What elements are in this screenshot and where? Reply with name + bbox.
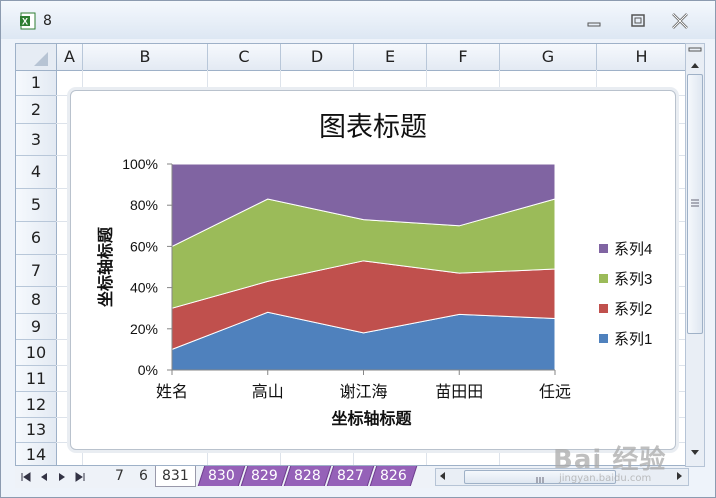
legend-swatch (599, 274, 608, 283)
prev-sheet-button[interactable] (37, 469, 51, 485)
x-tick-label: 谢江海 (339, 383, 387, 401)
column-header-e[interactable]: E (354, 44, 427, 71)
sheet-tab-7[interactable]: 7 (109, 466, 130, 486)
column-header-a[interactable]: A (57, 44, 83, 71)
tab-label: 831 (162, 468, 189, 484)
sheet-tab-831[interactable]: 831 (155, 466, 196, 487)
row-header-6[interactable]: 6 (16, 222, 57, 255)
row-header-7[interactable]: 7 (16, 255, 57, 287)
row-header-9[interactable]: 9 (16, 314, 57, 340)
watermark-logo: Bai 经验 (553, 445, 667, 475)
row-header-8[interactable]: 8 (16, 287, 57, 314)
legend-label: 系列3 (614, 271, 652, 288)
tab-label: 7 (115, 468, 124, 484)
y-tick-label: 20% (130, 321, 158, 337)
row-header-3[interactable]: 3 (16, 124, 57, 156)
select-all-corner[interactable] (16, 44, 57, 71)
x-tick-label: 高山 (252, 383, 284, 401)
svg-text:X: X (22, 17, 28, 27)
next-sheet-button[interactable] (55, 469, 69, 485)
split-handle-icon (688, 47, 702, 52)
x-tick-label: 任远 (539, 383, 571, 401)
grip-icon (691, 199, 699, 207)
sheet-tab-826[interactable]: 826 (369, 466, 417, 486)
tab-label: 830 (208, 468, 235, 484)
maximize-icon (631, 14, 645, 27)
row-header-11[interactable]: 11 (16, 366, 57, 392)
column-header-d[interactable]: D (281, 44, 354, 71)
spreadsheet-grid[interactable]: A B C D E F G H 1 2 3 4 5 6 7 8 9 10 11 … (15, 43, 687, 467)
row-header-13[interactable]: 13 (16, 418, 57, 443)
x-tick-label: 苗田田 (435, 383, 483, 401)
stacked-area-chart[interactable]: 0%20%40%60%80%100%姓名 高山 谢江海 苗田田 任远坐标轴标题坐标轴标题… (71, 91, 675, 449)
watermark: Bai 经验 jingyan.baidu.com (553, 439, 703, 489)
row-header-10[interactable]: 10 (16, 340, 57, 366)
legend-label: 系列1 (614, 331, 652, 348)
first-sheet-icon (21, 472, 31, 482)
excel-icon: X (20, 12, 36, 30)
row-header-4[interactable]: 4 (16, 156, 57, 189)
sheet-tab-829[interactable]: 829 (240, 466, 288, 486)
row-header-1[interactable]: 1 (16, 71, 57, 96)
row-header-14[interactable]: 14 (16, 443, 57, 466)
maximize-button[interactable] (625, 11, 651, 31)
scroll-up-arrow[interactable] (686, 58, 704, 72)
close-button[interactable] (667, 11, 693, 31)
next-sheet-icon (59, 473, 65, 481)
column-header-f[interactable]: F (427, 44, 500, 71)
select-all-icon (34, 52, 48, 66)
column-header-g[interactable]: G (500, 44, 597, 71)
legend-label: 系列4 (614, 241, 652, 258)
scroll-split-handle[interactable] (686, 44, 704, 58)
column-header-h[interactable]: H (597, 44, 686, 71)
tab-label: 828 (294, 468, 321, 484)
x-axis-title: 坐标轴标题 (331, 409, 412, 428)
vertical-scrollbar[interactable] (685, 43, 705, 467)
legend-swatch (599, 304, 608, 313)
vertical-scroll-thumb[interactable] (687, 74, 703, 334)
column-header-c[interactable]: C (208, 44, 281, 71)
title-bar: X 8 (1, 1, 715, 39)
last-sheet-icon (75, 472, 85, 482)
y-axis-title: 坐标轴标题 (96, 226, 115, 307)
arrow-left-icon (440, 472, 445, 480)
sheet-tab-828[interactable]: 828 (283, 466, 331, 486)
legend-swatch (599, 244, 608, 253)
row-header-12[interactable]: 12 (16, 392, 57, 418)
prev-sheet-icon (41, 473, 47, 481)
tab-label: 826 (380, 468, 407, 484)
x-tick-label: 姓名 (156, 383, 188, 401)
row-header-5[interactable]: 5 (16, 189, 57, 222)
window-title: 8 (43, 13, 52, 29)
minimize-icon (587, 22, 601, 27)
tab-label: 827 (337, 468, 364, 484)
chart-area[interactable]: 图表标题 0% 20% 40% 60% 80% 100% 姓名 高山 谢江海 苗田田 任远 坐标轴标题… (70, 90, 676, 450)
column-header-b[interactable]: B (83, 44, 208, 71)
last-sheet-button[interactable] (73, 469, 87, 485)
sheet-tab-830[interactable]: 830 (197, 466, 245, 486)
tab-label: 829 (251, 468, 278, 484)
sheet-tab-6[interactable]: 6 (133, 466, 154, 486)
minimize-button[interactable] (581, 11, 607, 31)
y-tick-label: 100% (122, 156, 158, 172)
y-tick-label: 80% (130, 197, 158, 213)
legend-swatch (599, 334, 608, 343)
tab-label: 6 (139, 468, 148, 484)
sheet-tab-827[interactable]: 827 (326, 466, 374, 486)
y-tick-label: 40% (130, 280, 158, 296)
scroll-left-arrow[interactable] (436, 469, 450, 483)
excel-window: X 8 A B C D E F G H 1 2 3 4 5 6 7 8 9 10 (0, 0, 716, 498)
y-tick-label: 60% (130, 238, 158, 254)
row-header-2[interactable]: 2 (16, 96, 57, 124)
y-tick-label: 0% (138, 362, 158, 378)
first-sheet-button[interactable] (19, 469, 33, 485)
arrow-up-icon (691, 63, 699, 68)
legend-label: 系列2 (614, 301, 652, 318)
watermark-url: jingyan.baidu.com (559, 473, 652, 484)
close-icon (672, 13, 688, 29)
